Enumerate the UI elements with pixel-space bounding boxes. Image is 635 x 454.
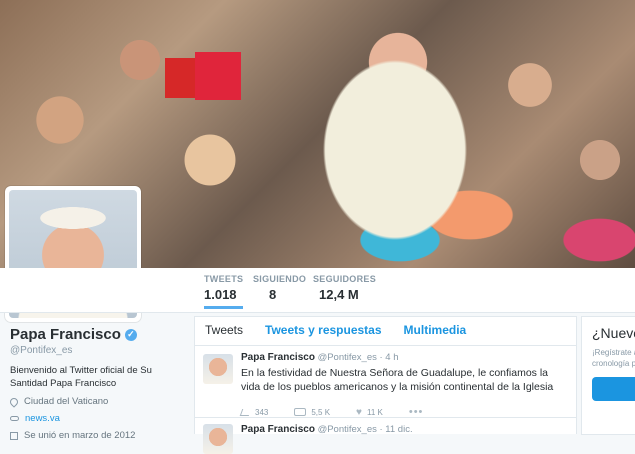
tweet[interactable]: Papa Francisco @Pontifex_es · 4 h En la … <box>195 346 576 418</box>
banner-sign <box>195 52 241 100</box>
signup-button[interactable] <box>592 377 635 401</box>
signup-text-line1: ¡Regístrate ahora para obtener <box>592 348 635 357</box>
tweet-avatar[interactable] <box>203 354 233 384</box>
stat-tweets[interactable]: TWEETS 1.018 <box>204 274 244 309</box>
stat-followers-value: 12,4 M <box>319 287 359 302</box>
tab-tweets-replies[interactable]: Tweets y respuestas <box>265 323 382 345</box>
tweet-author-name[interactable]: Papa Francisco <box>241 424 315 435</box>
retweet-icon <box>294 408 307 416</box>
profile-website: news.va <box>10 413 185 424</box>
timeline: Tweets Tweets y respuestas Multimedia Pa… <box>194 316 577 454</box>
like-count: 11 K <box>366 407 383 417</box>
banner-flag <box>165 58 195 98</box>
profile-card: Papa Francisco ✓ @Pontifex_es Bienvenido… <box>8 326 185 441</box>
retweet-button[interactable]: 5,5 K <box>294 408 330 417</box>
stat-following-label: SIGUIENDO <box>253 274 307 284</box>
retweet-count: 5,5 K <box>311 407 331 417</box>
profile-bio: Bienvenido al Twitter oficial de Su Sant… <box>10 365 152 389</box>
profile-location: Ciudad del Vaticano <box>8 395 185 408</box>
link-icon <box>10 416 19 421</box>
profile-handle[interactable]: @Pontifex_es <box>10 345 185 356</box>
stat-tweets-value: 1.018 <box>204 287 237 302</box>
like-button[interactable]: ♥ 11 K <box>356 407 383 418</box>
tweet-avatar[interactable] <box>203 424 233 454</box>
location-pin-icon <box>8 395 20 408</box>
tab-media[interactable]: Multimedia <box>404 323 467 345</box>
reply-button[interactable]: 343 <box>239 407 269 417</box>
joined-text: Se unió en marzo de 2012 <box>24 430 136 441</box>
profile-stats-bar: TWEETS 1.018 SIGUIENDO 8 SEGUIDORES 12,4… <box>0 268 635 313</box>
tweet-author-name[interactable]: Papa Francisco <box>241 352 315 363</box>
stat-tweets-label: TWEETS <box>204 274 244 284</box>
signup-card: ¿Nuevo en Twitter? ¡Regístrate ahora par… <box>581 316 635 435</box>
reply-icon <box>239 408 252 416</box>
verified-badge-icon: ✓ <box>124 328 137 341</box>
tweet-text: En la festividad de Nuestra Señora de Gu… <box>241 367 554 393</box>
profile-name-row: Papa Francisco ✓ <box>10 326 185 343</box>
timeline-tabs: Tweets Tweets y respuestas Multimedia <box>195 317 576 346</box>
tweet-author-handle[interactable]: @Pontifex_es <box>318 424 377 435</box>
more-button[interactable]: ••• <box>409 406 424 418</box>
tweet[interactable]: Papa Francisco @Pontifex_es · 11 dic. <box>195 418 576 454</box>
profile-name[interactable]: Papa Francisco <box>10 326 121 343</box>
reply-count: 343 <box>255 407 269 417</box>
profile-joined: Se unió en marzo de 2012 <box>10 430 185 441</box>
tweet-header: Papa Francisco @Pontifex_es · 4 h <box>241 352 568 363</box>
tweet-timestamp[interactable]: · 4 h <box>380 352 399 363</box>
location-text: Ciudad del Vaticano <box>24 396 109 407</box>
stat-following[interactable]: SIGUIENDO 8 <box>253 274 306 302</box>
more-icon: ••• <box>408 406 424 418</box>
stat-followers-label: SEGUIDORES <box>313 274 377 284</box>
tab-tweets[interactable]: Tweets <box>205 323 243 345</box>
tweet-header: Papa Francisco @Pontifex_es · 11 dic. <box>241 424 568 435</box>
signup-text-line2: cronología personalizada! <box>592 359 635 368</box>
website-link[interactable]: news.va <box>25 413 60 424</box>
stat-following-value: 8 <box>269 287 277 302</box>
tweet-actions: 343 5,5 K ♥ 11 K ••• <box>239 406 568 418</box>
signup-title: ¿Nuevo en Twitter? <box>592 325 635 341</box>
stat-followers[interactable]: SEGUIDORES 12,4 M <box>313 274 376 302</box>
tweet-timestamp[interactable]: · 11 dic. <box>380 424 413 435</box>
tweet-author-handle[interactable]: @Pontifex_es <box>318 352 377 363</box>
heart-icon: ♥ <box>356 406 362 418</box>
